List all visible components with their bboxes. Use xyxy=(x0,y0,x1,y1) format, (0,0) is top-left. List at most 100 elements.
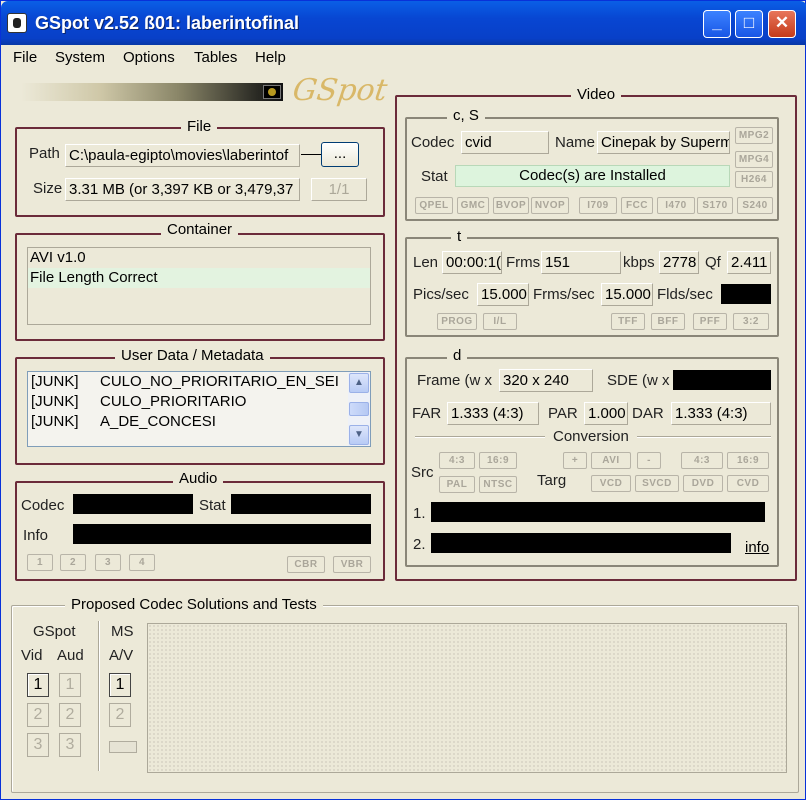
h264-button[interactable]: H264 xyxy=(735,171,773,188)
metadata-tag: [JUNK] xyxy=(31,413,79,430)
sde-field xyxy=(673,370,771,390)
fcc-flag: FCC xyxy=(621,197,653,214)
audio-info-field xyxy=(73,524,371,544)
container-legend: Container xyxy=(161,221,239,238)
frms-sec-field: 15.000 xyxy=(601,283,653,306)
pics-sec-field: 15.000 xyxy=(477,283,529,306)
list-item[interactable]: [JUNK] CULO_NO_PRIORITARIO_EN_SEI xyxy=(28,372,370,392)
window-title: GSpot v2.52 ß01: laberintofinal xyxy=(35,13,300,33)
list-item[interactable]: [JUNK] CULO_PRIORITARIO xyxy=(28,392,370,412)
audio-codec-field xyxy=(73,494,193,514)
cbr-button[interactable]: CBR xyxy=(287,556,325,573)
frame-label: Frame (w x xyxy=(417,372,492,389)
conversion-separator-left xyxy=(415,436,545,438)
targ-169-button[interactable]: 16:9 xyxy=(727,452,769,469)
aud-test-1-button[interactable]: 1 xyxy=(59,673,81,697)
dimensions-subgroup-legend: d xyxy=(447,347,468,364)
title-bar[interactable]: GSpot v2.52 ß01: laberintofinal _ □ ✕ xyxy=(1,1,806,45)
conv-avi-button[interactable]: AVI xyxy=(591,452,631,469)
file-group xyxy=(15,127,385,217)
color-gradient-strip xyxy=(21,83,283,101)
gmc-flag: GMC xyxy=(457,197,489,214)
path-field[interactable]: C:\paula-egipto\movies\laberintof xyxy=(65,144,300,167)
s240-flag: S240 xyxy=(737,197,773,214)
mpg4-button[interactable]: MPG4 xyxy=(735,151,773,168)
audio-legend: Audio xyxy=(173,470,224,487)
audio-stream-4-button[interactable]: 4 xyxy=(129,554,155,571)
src-43-button[interactable]: 4:3 xyxy=(439,452,475,469)
audio-stream-1-button[interactable]: 1 xyxy=(27,554,53,571)
targ-vcd-button[interactable]: VCD xyxy=(591,475,631,492)
output-1-label: 1. xyxy=(413,505,426,522)
conv-plus-button[interactable]: + xyxy=(563,452,587,469)
container-info-box: AVI v1.0 File Length Correct xyxy=(27,247,371,325)
menu-system[interactable]: System xyxy=(55,49,105,66)
dar-label: DAR xyxy=(632,405,664,422)
vid-test-3-button[interactable]: 3 xyxy=(27,733,49,757)
i709-flag: I709 xyxy=(579,197,617,214)
il-flag: I/L xyxy=(483,313,517,330)
menu-file[interactable]: File xyxy=(13,49,37,66)
metadata-tag: [JUNK] xyxy=(31,393,79,410)
info-link[interactable]: info xyxy=(745,539,769,556)
frms-field: 151 xyxy=(541,251,621,274)
list-item[interactable]: [JUNK] A_DE_CONCESI xyxy=(28,412,370,432)
kbps-field: 2778 xyxy=(659,251,699,274)
len-label: Len xyxy=(413,254,439,271)
menu-options[interactable]: Options xyxy=(123,49,175,66)
scroll-thumb[interactable] xyxy=(349,402,369,416)
ms-test-2-button[interactable]: 2 xyxy=(109,703,131,727)
close-button[interactable]: ✕ xyxy=(768,10,796,38)
conv-minus-button[interactable]: - xyxy=(637,452,661,469)
path-label: Path xyxy=(29,145,60,162)
size-label: Size xyxy=(33,180,63,197)
src-ntsc-button[interactable]: NTSC xyxy=(479,476,517,493)
audio-codec-label: Codec xyxy=(21,497,65,514)
browse-button[interactable]: ... xyxy=(321,142,359,167)
metadata-list[interactable]: [JUNK] CULO_NO_PRIORITARIO_EN_SEI [JUNK] C… xyxy=(27,371,371,447)
nvop-flag: NVOP xyxy=(531,197,569,214)
scroll-up-icon[interactable]: ▲ xyxy=(349,373,369,393)
bvop-flag: BVOP xyxy=(493,197,529,214)
menu-tables[interactable]: Tables xyxy=(194,49,237,66)
metadata-value: CULO_NO_PRIORITARIO_EN_SEI xyxy=(100,373,339,390)
vbr-button[interactable]: VBR xyxy=(333,556,371,573)
aud-test-3-button[interactable]: 3 xyxy=(59,733,81,757)
video-name-field: Cinepak by Superm xyxy=(597,131,730,154)
maximize-button[interactable]: □ xyxy=(735,10,763,38)
src-pal-button[interactable]: PAL xyxy=(439,476,475,493)
targ-cvd-button[interactable]: CVD xyxy=(727,475,769,492)
video-codec-field: cvid xyxy=(461,131,549,154)
output-1-field xyxy=(431,502,765,522)
menu-help[interactable]: Help xyxy=(255,49,286,66)
mpg2-button[interactable]: MPG2 xyxy=(735,127,773,144)
src-169-button[interactable]: 16:9 xyxy=(479,452,517,469)
gradient-end-swatch xyxy=(263,85,281,99)
flds-sec-label: Flds/sec xyxy=(657,286,713,303)
audio-stream-2-button[interactable]: 2 xyxy=(60,554,86,571)
codec-solutions-output xyxy=(147,623,787,773)
par-field: 1.000 xyxy=(584,402,628,425)
codec-status-field: Codec(s) are Installed xyxy=(455,165,730,187)
pff-flag: PFF xyxy=(693,313,727,330)
path-connector xyxy=(301,154,321,155)
minimize-button[interactable]: _ xyxy=(703,10,731,38)
len-field: 00:00:1( xyxy=(442,251,502,274)
metadata-value: A_DE_CONCESI xyxy=(100,413,216,430)
kbps-label: kbps xyxy=(623,254,655,271)
scroll-down-icon[interactable]: ▼ xyxy=(349,425,369,445)
ms-test-1-button[interactable]: 1 xyxy=(109,673,131,697)
ms-test-3-slot[interactable] xyxy=(109,741,137,753)
targ-svcd-button[interactable]: SVCD xyxy=(635,475,679,492)
vid-test-1-button[interactable]: 1 xyxy=(27,673,49,697)
output-2-label: 2. xyxy=(413,536,426,553)
sde-label: SDE (w x xyxy=(607,372,670,389)
targ-43-button[interactable]: 4:3 xyxy=(681,452,723,469)
aud-test-2-button[interactable]: 2 xyxy=(59,703,81,727)
targ-dvd-button[interactable]: DVD xyxy=(683,475,723,492)
audio-info-label: Info xyxy=(23,527,49,544)
vid-test-2-button[interactable]: 2 xyxy=(27,703,49,727)
audio-stream-3-button[interactable]: 3 xyxy=(95,554,121,571)
frame-field: 320 x 240 xyxy=(499,369,593,392)
metadata-scrollbar[interactable]: ▲ ▼ xyxy=(348,372,370,446)
